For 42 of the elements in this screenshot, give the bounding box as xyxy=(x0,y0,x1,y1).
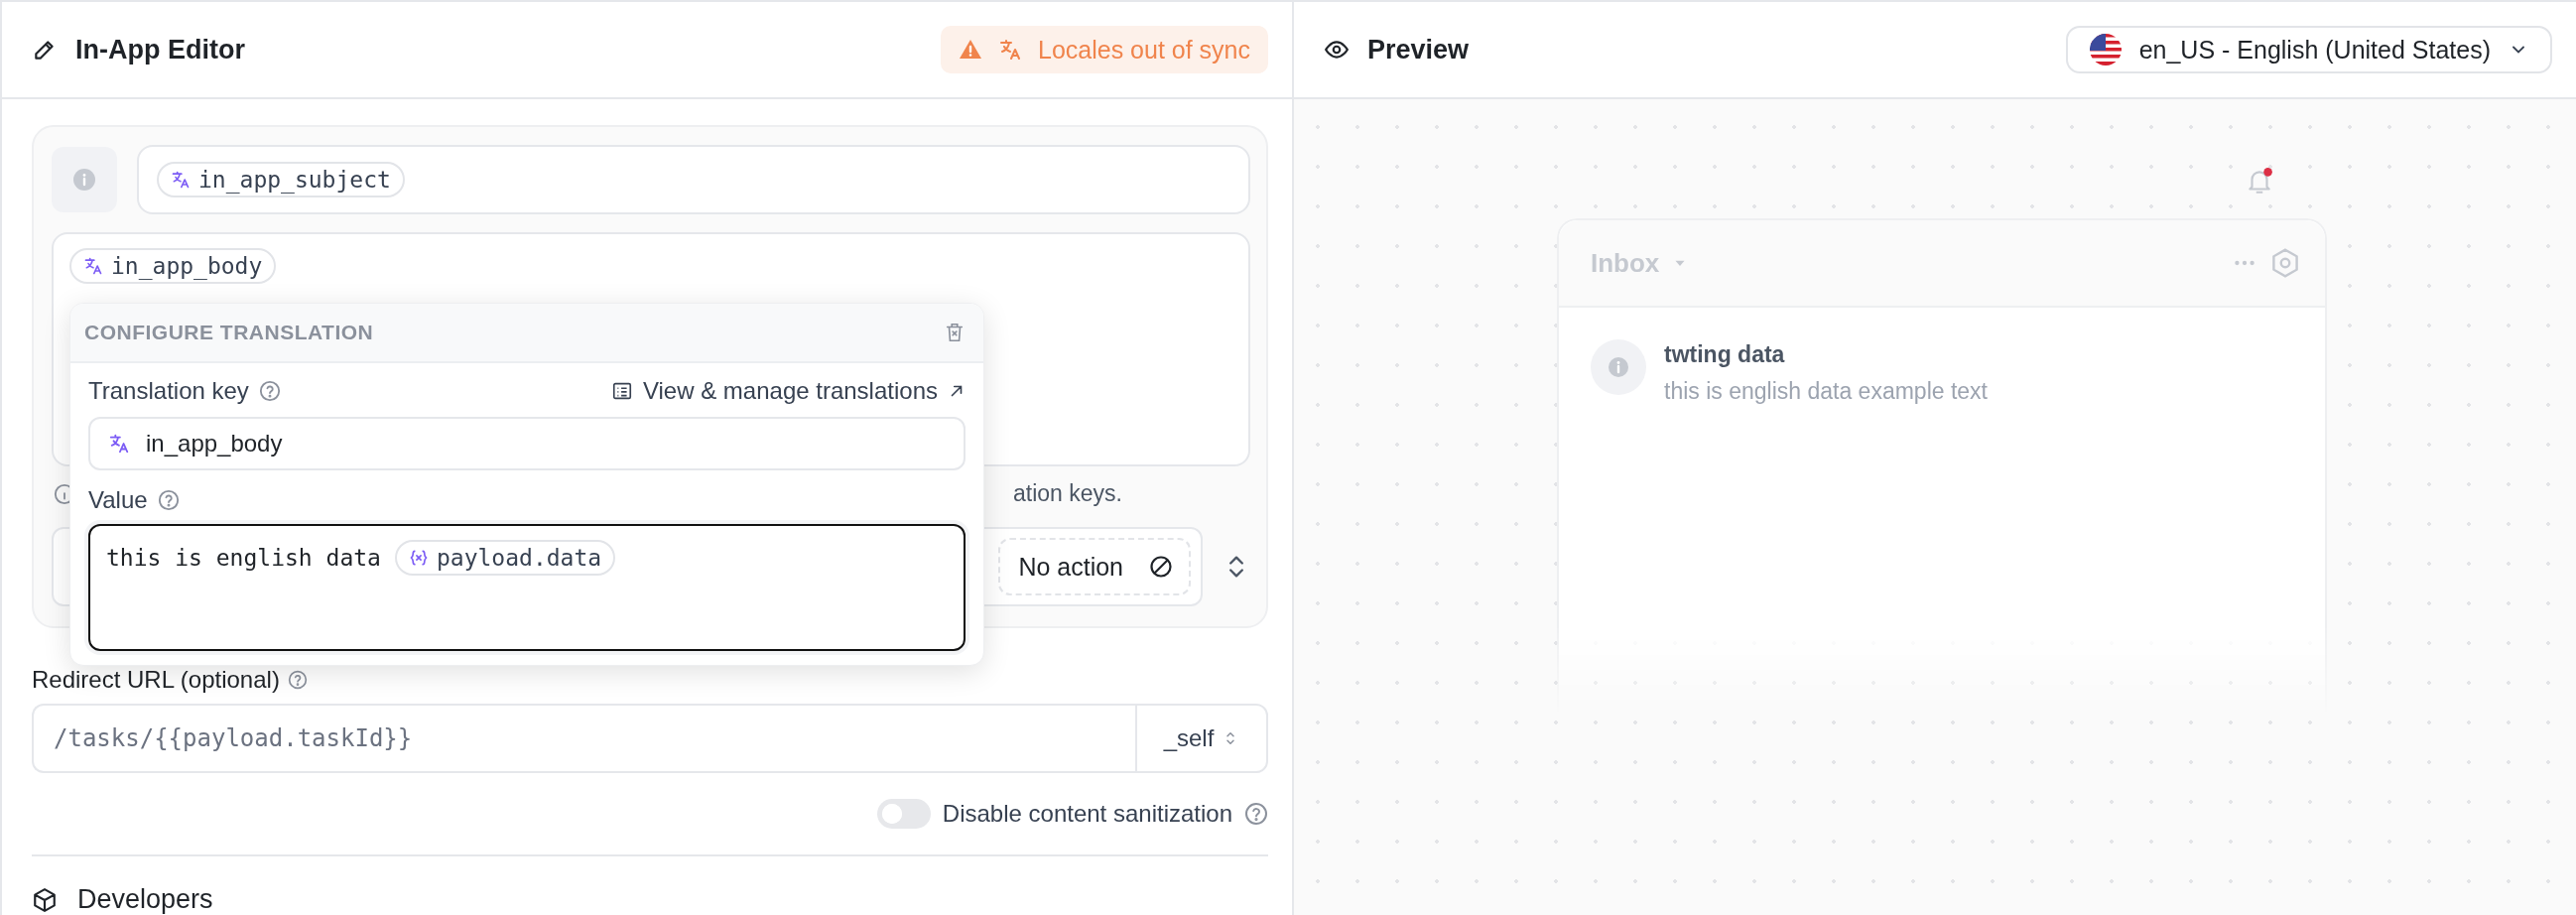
help-icon[interactable] xyxy=(287,670,308,690)
translate-icon xyxy=(83,256,103,276)
section-title: Developers xyxy=(77,884,213,915)
warning-icon xyxy=(959,38,982,62)
helper-text: ation keys. xyxy=(1013,480,1122,507)
notification-title: twting data xyxy=(1664,341,1786,368)
variable-icon xyxy=(408,548,429,568)
redirect-label: Redirect URL (optional) xyxy=(32,666,280,694)
help-icon[interactable] xyxy=(1244,802,1268,826)
cube-icon xyxy=(32,886,58,913)
translation-chip[interactable]: in_app_body xyxy=(69,248,277,284)
trash-icon[interactable] xyxy=(944,322,966,343)
manage-translations-link[interactable]: View & manage translations xyxy=(610,377,966,405)
popover-title: CONFIGURE TRANSLATION xyxy=(84,321,374,344)
notification-text: this is english data example text xyxy=(1664,378,1988,405)
field-label: Translation key xyxy=(88,377,249,405)
panel-title: Preview xyxy=(1367,34,1470,65)
translation-chip[interactable]: in_app_subject xyxy=(157,162,405,197)
field-label: Value xyxy=(88,486,148,514)
list-icon xyxy=(610,380,633,402)
info-icon xyxy=(1591,339,1646,395)
help-icon[interactable] xyxy=(258,380,281,402)
prohibited-icon xyxy=(1149,555,1173,579)
toggle-label: Disable content sanitization xyxy=(942,800,1232,828)
translate-icon xyxy=(171,170,191,190)
no-action-button[interactable]: No action xyxy=(998,538,1191,595)
avatar-placeholder[interactable] xyxy=(52,147,117,212)
help-icon[interactable] xyxy=(157,489,180,511)
redirect-url-field[interactable]: /tasks/{{payload.taskId}} xyxy=(32,704,1135,773)
subject-field[interactable]: in_app_subject xyxy=(137,145,1250,214)
locales-warning-badge: Locales out of sync xyxy=(941,26,1268,73)
flag-icon xyxy=(2089,34,2122,65)
translate-icon xyxy=(998,38,1022,62)
sanitization-toggle[interactable] xyxy=(876,799,931,829)
panel-title: In-App Editor xyxy=(75,34,245,65)
locale-select[interactable]: en_US - English (United States) xyxy=(2065,26,2552,73)
translation-key-field[interactable]: in_app_body xyxy=(88,417,966,470)
info-icon xyxy=(72,168,96,192)
settings-icon[interactable] xyxy=(2269,247,2301,279)
variable-chip[interactable]: payload.data xyxy=(394,540,616,576)
target-select[interactable]: _self xyxy=(1135,704,1268,773)
translate-icon xyxy=(108,433,130,455)
